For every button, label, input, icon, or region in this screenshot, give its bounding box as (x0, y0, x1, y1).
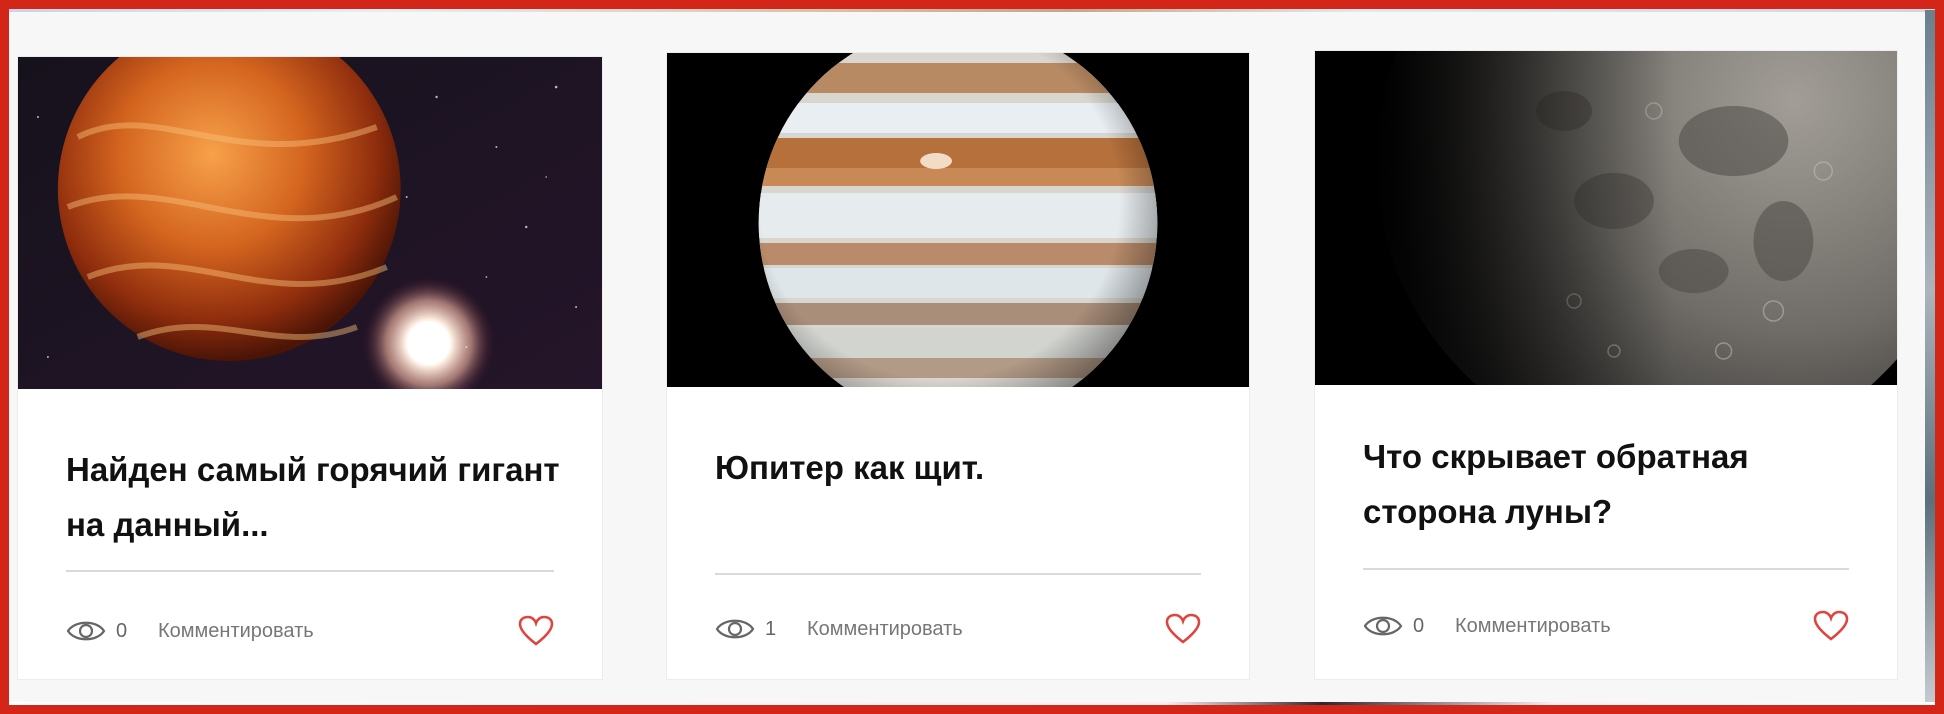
background-bottom-strip (0, 702, 1944, 714)
article-title[interactable]: Юпитер как щит. (715, 440, 1209, 495)
article-image[interactable] (1315, 51, 1897, 385)
article-card[interactable]: Найден самый горячий гигант на данный...… (17, 56, 603, 680)
moon-image (1315, 51, 1897, 385)
article-title[interactable]: Что скрывает обратная сторона луны? (1363, 429, 1857, 539)
article-image[interactable] (18, 57, 602, 389)
background-top-strip (0, 0, 1944, 12)
article-card[interactable]: Юпитер как щит. 1 Комментировать (666, 52, 1250, 680)
eye-icon (66, 621, 106, 641)
card-divider (66, 570, 554, 572)
comment-link[interactable]: Комментировать (158, 620, 314, 643)
heart-icon[interactable] (1165, 613, 1201, 645)
view-count: 0 (116, 619, 128, 642)
article-image[interactable] (667, 53, 1249, 387)
card-meta: 1 Комментировать (715, 609, 1201, 649)
heart-icon[interactable] (518, 615, 554, 647)
card-divider (715, 573, 1201, 575)
card-meta: 0 Комментировать (66, 611, 554, 651)
article-grid: Найден самый горячий гигант на данный...… (9, 12, 1926, 702)
view-count: 1 (765, 617, 777, 640)
article-title[interactable]: Найден самый горячий гигант на данный... (66, 442, 562, 552)
card-divider (1363, 568, 1849, 570)
heart-icon[interactable] (1813, 610, 1849, 642)
background-right-edge (1925, 10, 1935, 710)
hot-gas-giant-image (18, 57, 602, 389)
card-meta: 0 Комментировать (1363, 606, 1849, 646)
comment-link[interactable]: Комментировать (1455, 615, 1611, 638)
comment-link[interactable]: Комментировать (807, 618, 963, 641)
eye-icon (715, 619, 755, 639)
article-card[interactable]: Что скрывает обратная сторона луны? 0 Ко… (1314, 50, 1898, 680)
view-count: 0 (1413, 614, 1425, 637)
eye-icon (1363, 616, 1403, 636)
jupiter-image (667, 53, 1249, 387)
